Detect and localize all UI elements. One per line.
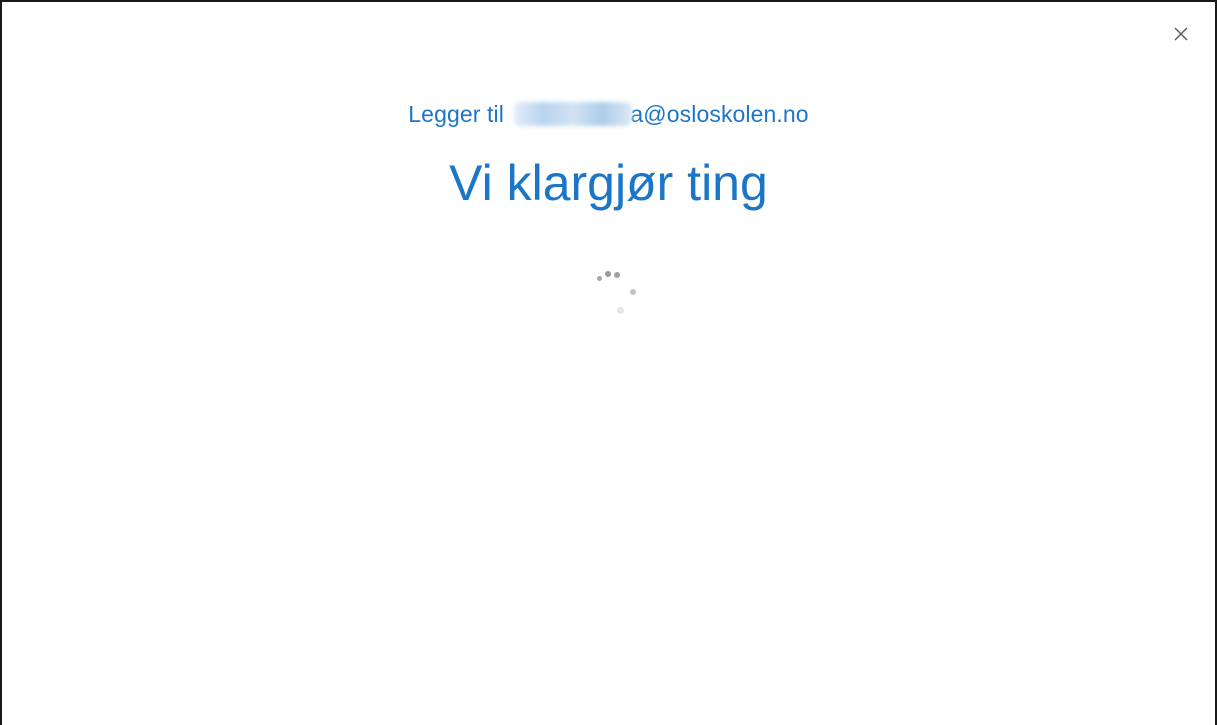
page-title: Vi klargjør ting: [449, 155, 768, 211]
close-button[interactable]: [1167, 20, 1195, 48]
spinner-dot: [614, 272, 620, 278]
close-icon: [1174, 27, 1188, 41]
spinner-dot: [597, 276, 602, 281]
loading-spinner-icon: [594, 266, 644, 316]
account-setup-dialog: Legger til a@osloskolen.no Vi klargjør t…: [0, 0, 1217, 725]
adding-account-text: Legger til a@osloskolen.no: [2, 101, 1215, 128]
redacted-email-username: [514, 102, 633, 126]
adding-prefix: Legger til: [408, 101, 504, 127]
spinner-dot: [605, 271, 611, 277]
email-domain: a@osloskolen.no: [630, 101, 809, 127]
spinner-dot: [630, 289, 636, 295]
spinner-dot: [617, 307, 624, 314]
